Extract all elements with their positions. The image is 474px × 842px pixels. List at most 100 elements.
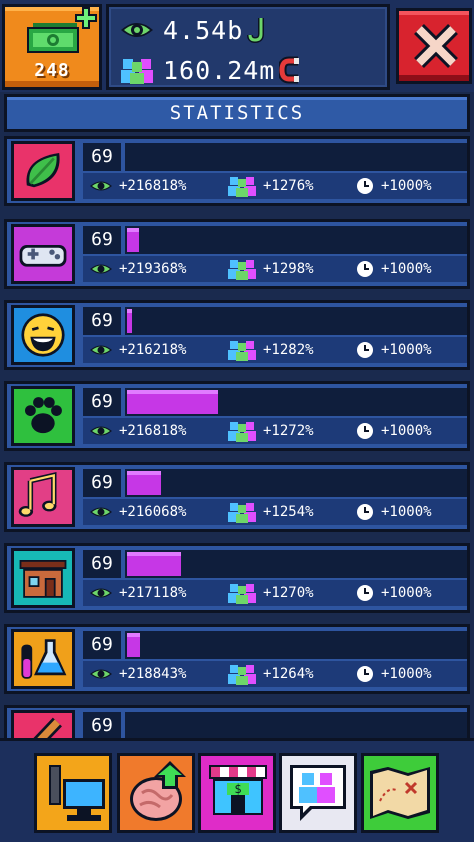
eye-icon	[90, 345, 112, 355]
category-row-science[interactable]: 69 +218843% +1264% +1000%	[4, 624, 470, 694]
laugh-icon[interactable]	[11, 305, 75, 365]
category-row-gamepad[interactable]: 69 +219368% +1298% +1000%	[4, 219, 470, 289]
clock-icon	[357, 261, 373, 277]
science-icon[interactable]	[11, 629, 75, 689]
category-stats: +218843% +1264% +1000%	[83, 661, 467, 687]
followers-total: 160.24m	[119, 53, 301, 87]
level-label: 69	[83, 469, 121, 497]
shop-button[interactable]: $	[198, 753, 276, 833]
top-bar: 248 4.54b 160.24m	[0, 0, 474, 92]
category-stats: +217118% +1270% +1000%	[83, 580, 467, 606]
category-stats: +216218% +1282% +1000%	[83, 337, 467, 363]
followers-bonus: +1276%	[263, 178, 314, 194]
category-stats: +216818% +1272% +1000%	[83, 418, 467, 444]
followers-icon	[228, 177, 256, 197]
level-label: 69	[83, 388, 121, 416]
views-value: 4.54b	[163, 15, 244, 45]
time-bonus: +1000%	[381, 178, 432, 194]
time-bonus: +1000%	[381, 423, 432, 439]
brain-upgrade-icon	[130, 761, 186, 821]
house-icon[interactable]	[11, 548, 75, 608]
level-label: 69	[83, 550, 121, 578]
category-row-house[interactable]: 69 +217118% +1270% +1000%	[4, 543, 470, 613]
plus-icon	[75, 7, 97, 29]
followers-bonus: +1282%	[263, 342, 314, 358]
close-button[interactable]	[396, 8, 472, 84]
close-icon	[414, 24, 458, 68]
progress-fill	[127, 309, 132, 333]
followers-bonus: +1272%	[263, 423, 314, 439]
progress-fill	[127, 228, 139, 252]
eye-icon	[90, 588, 112, 598]
buy-money-button[interactable]: 248	[2, 4, 102, 90]
eye-icon	[90, 181, 112, 191]
clock-icon	[357, 178, 373, 194]
category-stats: +216068% +1254% +1000%	[83, 499, 467, 525]
time-bonus: +1000%	[381, 666, 432, 682]
brain-upgrade-button[interactable]	[117, 753, 195, 833]
level-label: 69	[83, 143, 121, 171]
magnet-icon	[279, 56, 300, 84]
eye-icon	[90, 669, 112, 679]
totals-panel: 4.54b 160.24m	[106, 4, 390, 90]
progress-bar	[125, 631, 467, 659]
social-icon	[290, 765, 346, 821]
money-count: 248	[34, 60, 70, 81]
followers-icon	[228, 341, 256, 361]
computer-icon	[49, 765, 105, 821]
category-row-laugh[interactable]: 69 +216218% +1282% +1000%	[4, 300, 470, 370]
eye-icon	[90, 507, 112, 517]
page-title: STATISTICS	[4, 94, 470, 132]
social-button[interactable]	[279, 753, 357, 833]
eye-icon	[90, 426, 112, 436]
level-label: 69	[83, 631, 121, 659]
progress-bar	[125, 469, 467, 497]
progress-bar	[125, 307, 467, 335]
paw-icon[interactable]	[11, 386, 75, 446]
views-bonus: +219368%	[119, 261, 187, 277]
progress-bar	[125, 550, 467, 578]
followers-icon	[228, 422, 256, 442]
views-bonus: +216818%	[119, 423, 187, 439]
map-button[interactable]	[361, 753, 439, 833]
views-bonus: +216818%	[119, 178, 187, 194]
clock-icon	[357, 585, 373, 601]
music-icon[interactable]	[11, 467, 75, 527]
category-list[interactable]: 69 +216818% +1276% +1000% 69 +219368% +1298% +1…	[0, 134, 474, 738]
followers-icon	[228, 584, 256, 604]
category-row-paw[interactable]: 69 +216818% +1272% +1000%	[4, 381, 470, 451]
followers-icon	[228, 503, 256, 523]
gamepad-icon[interactable]	[11, 224, 75, 284]
computer-button[interactable]	[34, 753, 112, 833]
category-row-bat[interactable]: 69	[4, 705, 470, 738]
progress-bar	[125, 388, 467, 416]
followers-bonus: +1254%	[263, 504, 314, 520]
clock-icon	[357, 342, 373, 358]
time-bonus: +1000%	[381, 261, 432, 277]
category-row-leaf[interactable]: 69 +216818% +1276% +1000%	[4, 136, 470, 206]
time-bonus: +1000%	[381, 342, 432, 358]
progress-fill	[127, 552, 181, 576]
clock-icon	[357, 423, 373, 439]
category-row-music[interactable]: 69 +216068% +1254% +1000%	[4, 462, 470, 532]
map-icon	[370, 767, 430, 819]
time-bonus: +1000%	[381, 585, 432, 601]
progress-fill	[127, 390, 218, 414]
followers-value: 160.24m	[163, 55, 276, 85]
followers-bonus: +1298%	[263, 261, 314, 277]
category-stats: +219368% +1298% +1000%	[83, 256, 467, 282]
progress-bar	[125, 712, 467, 738]
shop-icon: $	[209, 765, 267, 815]
followers-icon	[121, 59, 153, 84]
progress-bar	[125, 143, 467, 171]
followers-bonus: +1270%	[263, 585, 314, 601]
clock-icon	[357, 666, 373, 682]
time-bonus: +1000%	[381, 504, 432, 520]
eye-icon	[121, 23, 153, 37]
cash-icon	[27, 23, 79, 53]
leaf-icon[interactable]	[11, 141, 75, 201]
views-bonus: +218843%	[119, 666, 187, 682]
bat-icon[interactable]	[11, 710, 75, 738]
views-bonus: +216068%	[119, 504, 187, 520]
svg-text:$: $	[234, 782, 241, 796]
